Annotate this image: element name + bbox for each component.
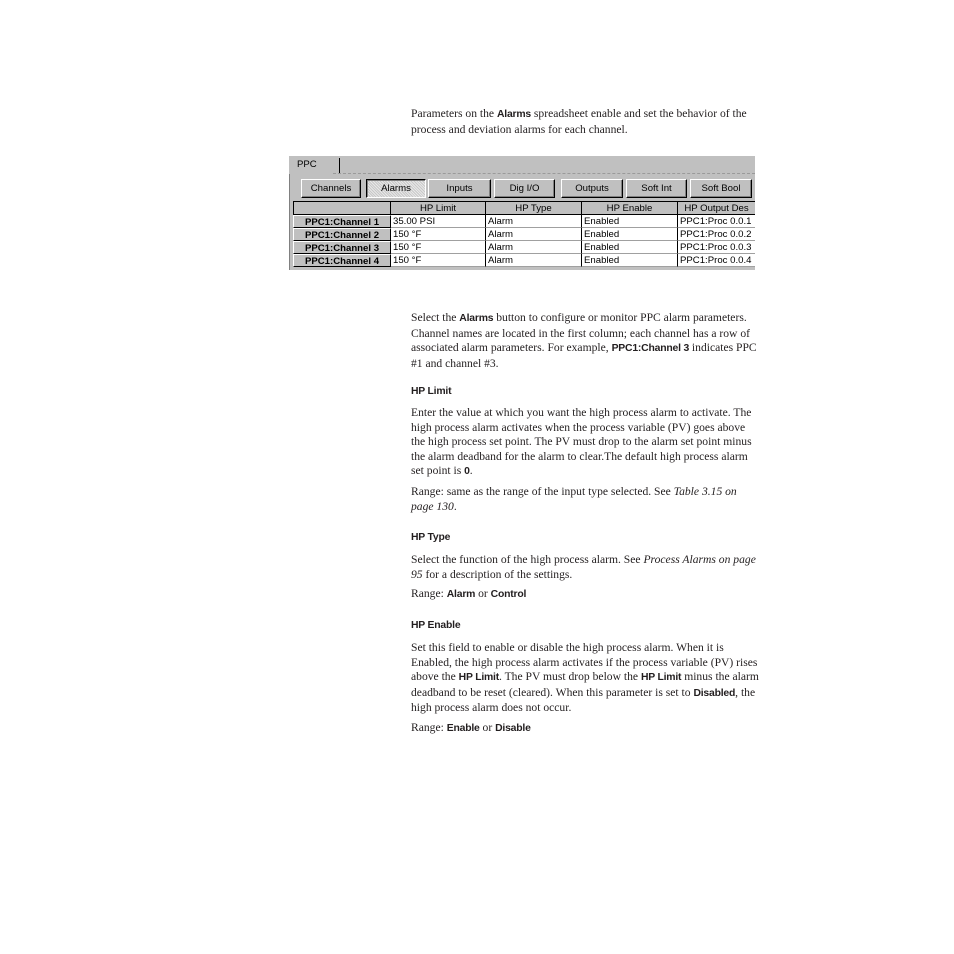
bold-term: HP Limit [640,672,682,684]
bold-term: Alarm [446,589,476,601]
intro-text: Parameters on the [411,107,497,120]
cell-hp-output[interactable]: PPC1:Proc 0.0.4 [678,254,755,267]
text: . The PV must drop below the [499,670,641,684]
text: . [469,464,473,478]
text: or [479,720,496,734]
col-header-hp-limit[interactable]: HP Limit [391,202,486,215]
col-header-hp-enable[interactable]: HP Enable [582,202,678,215]
cell-hp-output[interactable]: PPC1:Proc 0.0.1 [678,215,755,228]
cell-hp-type[interactable]: Alarm [486,254,582,267]
text: Range: same as the range of the input ty… [411,484,674,498]
cell-hp-type[interactable]: Alarm [486,241,582,254]
table-row: PPC1:Channel 2 150 °F Alarm Enabled PPC1… [293,228,755,241]
text: Select the function of the high process … [411,553,644,566]
text: Select the [411,311,460,324]
tab-ppc[interactable]: PPC [291,158,340,174]
text: for a description of the settings. [422,567,573,581]
hp-enable-body: Set this field to enable or disable the … [411,641,761,737]
header-row: HP Limit HP Type HP Enable HP Output Des [293,202,755,215]
select-paragraph: Select the Alarms button to configure or… [411,311,761,371]
table-row: PPC1:Channel 4 150 °F Alarm Enabled PPC1… [293,254,755,267]
intro-bold: Alarms [496,109,531,120]
hp-type-heading: HP Type [411,532,451,543]
soft-bool-button[interactable]: Soft Bool [690,179,752,198]
cell-hp-output[interactable]: PPC1:Proc 0.0.2 [678,228,755,241]
bold-term: Alarms [459,313,494,324]
bold-term: Control [490,589,527,601]
col-header-hp-type[interactable]: HP Type [486,202,582,215]
text: Range: [411,587,447,601]
text: Enter the value at which you want the hi… [411,406,752,478]
table-row: PPC1:Channel 1 35.00 PSI Alarm Enabled P… [293,215,755,228]
cell-hp-limit[interactable]: 150 °F [391,228,486,241]
text: . [453,499,457,513]
cell-hp-type[interactable]: Alarm [486,228,582,241]
cell-hp-enable[interactable]: Enabled [582,254,678,267]
cell-hp-enable[interactable]: Enabled [582,215,678,228]
bold-term: Enable [446,722,480,734]
cell-hp-limit[interactable]: 150 °F [391,254,486,267]
row-header[interactable]: PPC1:Channel 2 [293,228,391,241]
text: or [475,587,491,601]
cell-hp-limit[interactable]: 150 °F [391,241,486,254]
bold-term: Disable [495,722,531,734]
corner-header[interactable] [293,202,391,215]
alarms-button[interactable]: Alarms [366,179,426,198]
cell-hp-limit[interactable]: 35.00 PSI [391,215,486,228]
row-header[interactable]: PPC1:Channel 1 [293,215,391,228]
text: Range: [411,720,447,734]
ppc-alarms-screenshot: PPC Channels Alarms Inputs Dig I/O Outpu… [289,156,755,270]
table-row: PPC1:Channel 3 150 °F Alarm Enabled PPC1… [293,241,755,254]
alarms-grid: HP Limit HP Type HP Enable HP Output Des… [293,201,755,267]
dig-io-button[interactable]: Dig I/O [494,179,555,198]
outputs-button[interactable]: Outputs [561,179,623,198]
bold-term: Disabled [693,687,736,699]
row-header[interactable]: PPC1:Channel 4 [293,254,391,267]
soft-int-button[interactable]: Soft Int [626,179,687,198]
intro-paragraph: Parameters on the Alarms spreadsheet ena… [411,107,761,137]
cell-hp-enable[interactable]: Enabled [582,241,678,254]
hp-limit-heading: HP Limit [411,386,452,397]
col-header-hp-output[interactable]: HP Output Des [678,202,755,215]
inputs-button[interactable]: Inputs [428,179,491,198]
hp-enable-heading: HP Enable [411,620,461,631]
cell-hp-type[interactable]: Alarm [486,215,582,228]
bold-term: PPC1:Channel 3 [611,343,690,355]
cell-hp-enable[interactable]: Enabled [582,228,678,241]
tab-divider [333,173,755,174]
cell-hp-output[interactable]: PPC1:Proc 0.0.3 [678,241,755,254]
channels-button[interactable]: Channels [301,179,361,198]
bold-term: HP Limit [458,672,500,684]
hp-limit-body: Enter the value at which you want the hi… [411,406,761,514]
row-header[interactable]: PPC1:Channel 3 [293,241,391,254]
hp-type-body: Select the function of the high process … [411,553,761,603]
tab-strip: PPC [289,156,755,174]
